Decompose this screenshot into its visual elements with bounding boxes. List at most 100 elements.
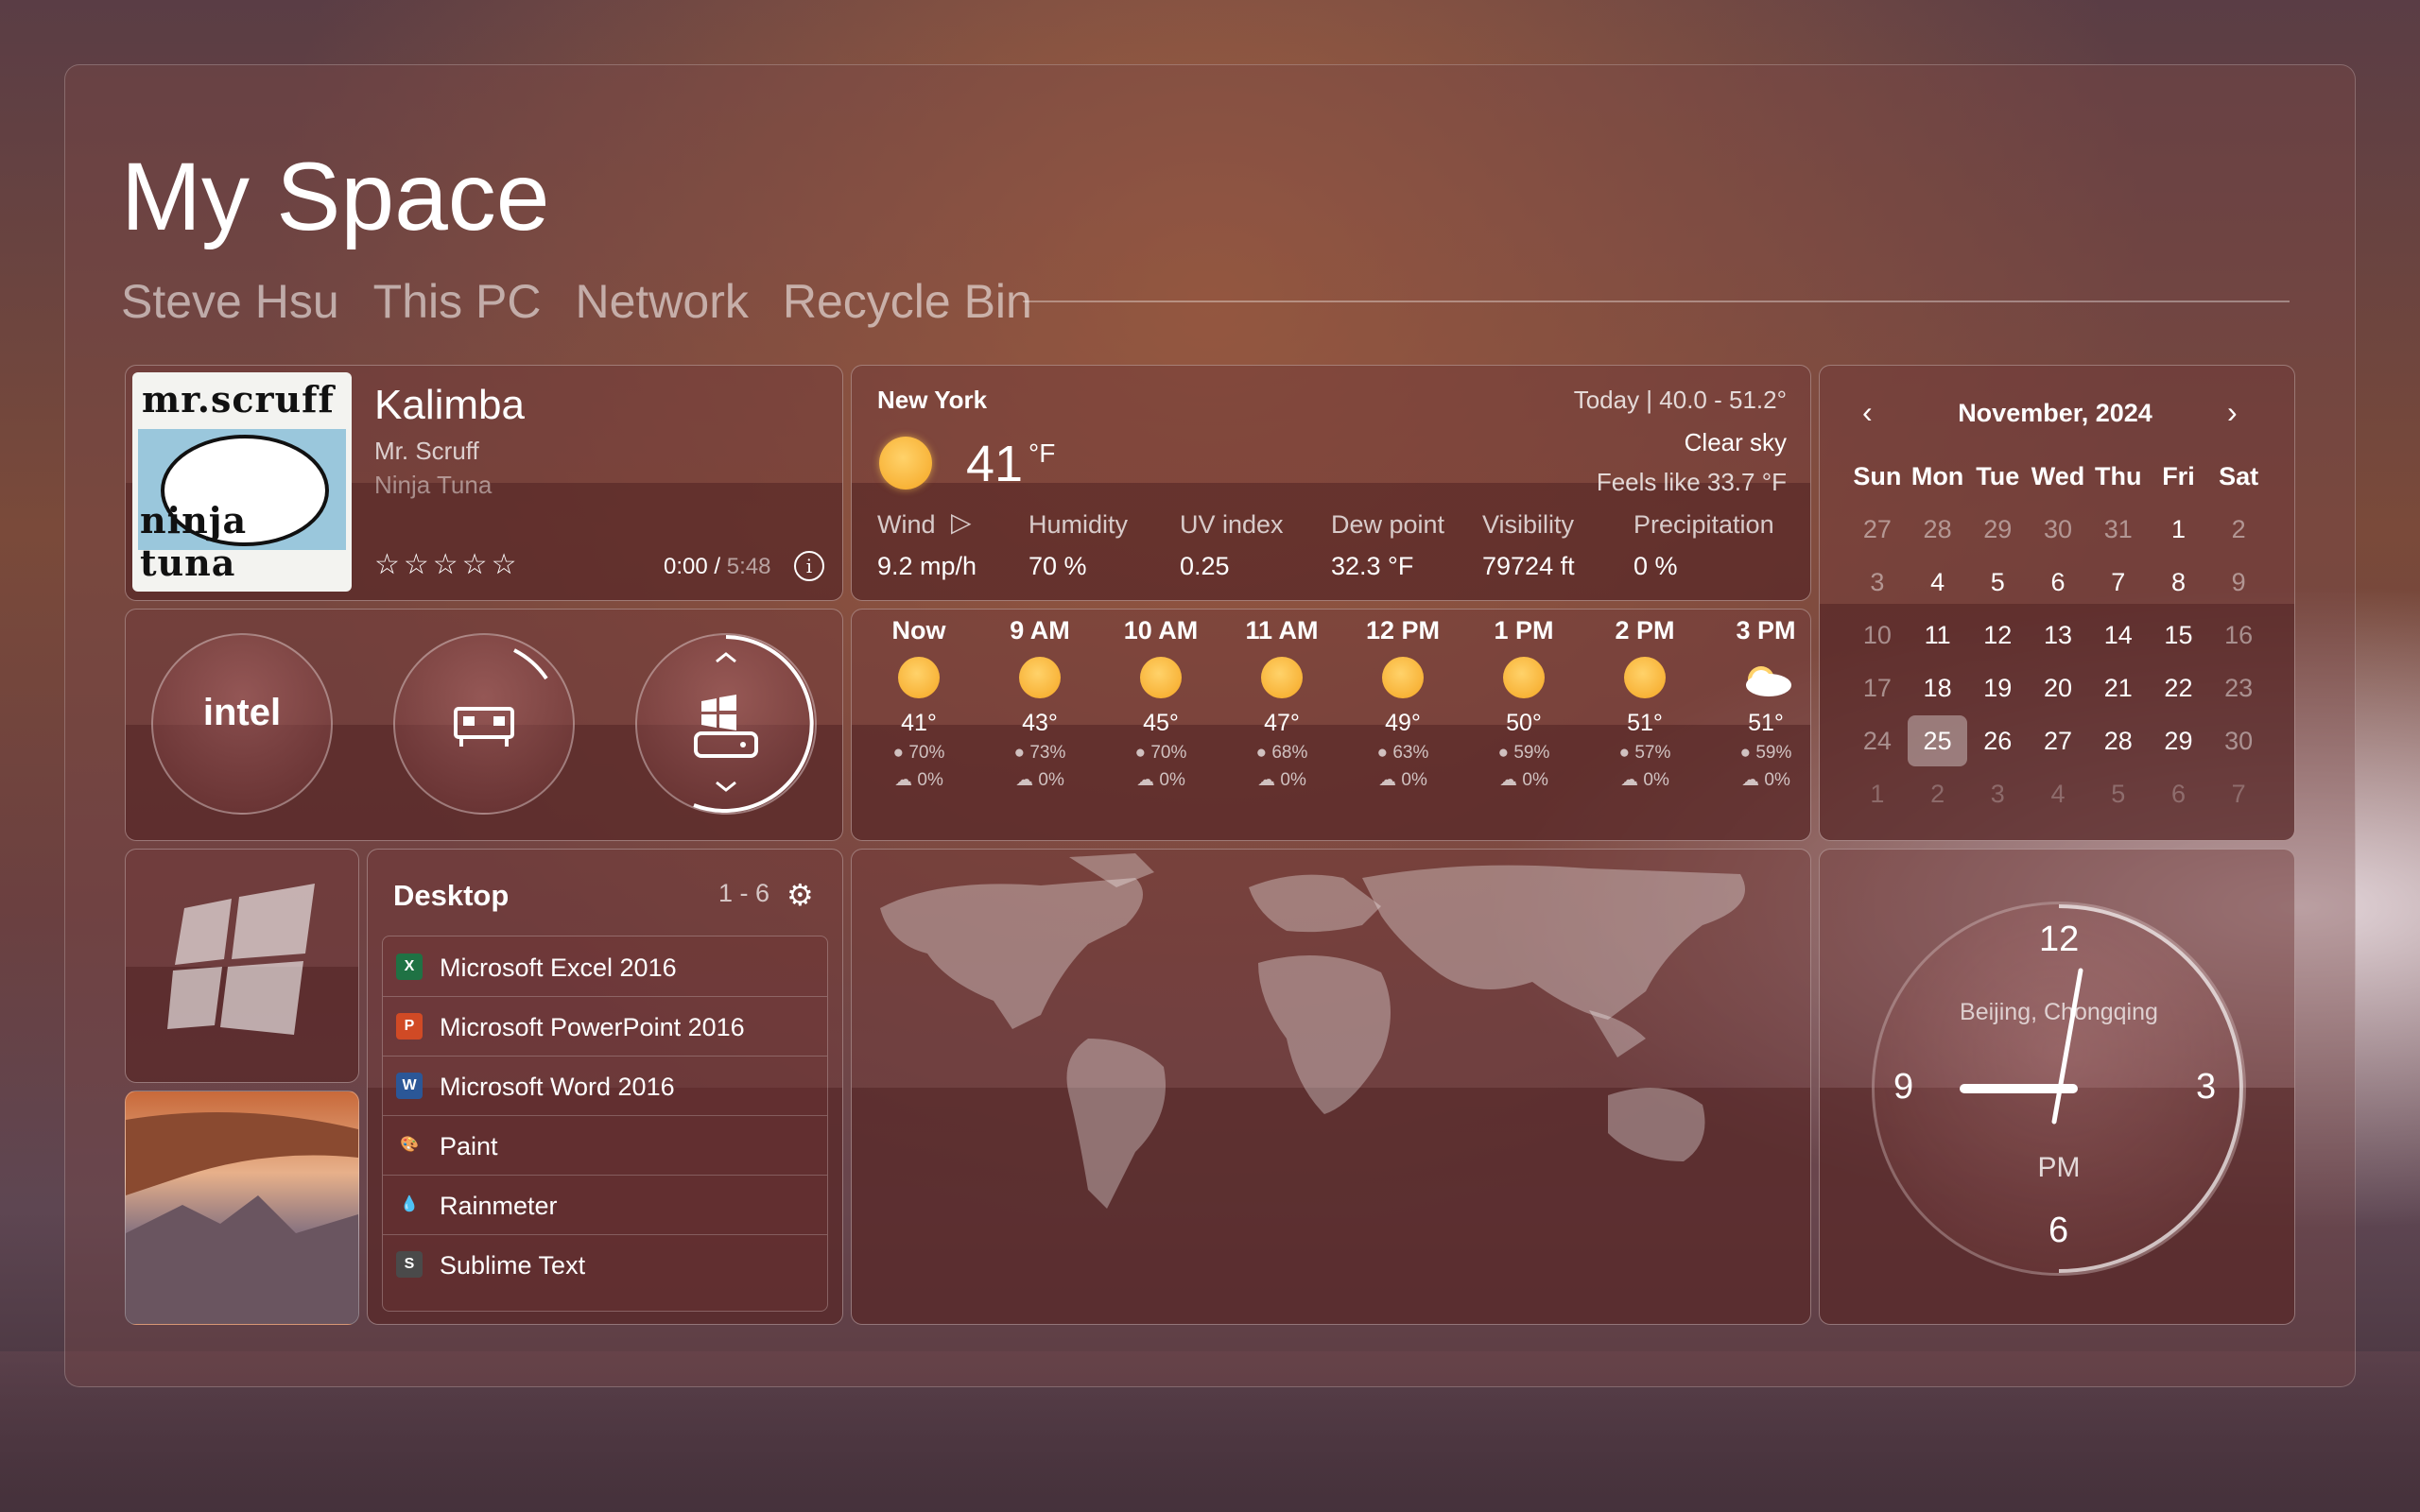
calendar-next-button[interactable]: › (2227, 395, 2238, 430)
nav-network[interactable]: Network (575, 274, 748, 329)
weekday-label: Tue (1976, 461, 2020, 490)
calendar-day[interactable]: 8 (2149, 568, 2209, 597)
calendar-weekday-row: Sun Mon Tue Wed Thu Fri Sat (1847, 450, 2269, 503)
desktop-shortcut[interactable]: 🎨 Paint (383, 1115, 827, 1176)
calendar-day[interactable]: 6 (2149, 780, 2209, 809)
hour-label: 2 PM (1615, 616, 1675, 644)
calendar-day[interactable]: 28 (1908, 515, 1968, 544)
drop-icon: ● (1255, 743, 1272, 763)
calendar-day[interactable]: 7 (2208, 780, 2269, 809)
hour-label: 1 PM (1494, 616, 1554, 644)
desktop-shortcut[interactable]: X Microsoft Excel 2016 (383, 936, 827, 997)
calendar-day[interactable]: 24 (1847, 727, 1908, 756)
desktop-shortcut[interactable]: 💧 Rainmeter (383, 1175, 827, 1235)
landscape-image (126, 1112, 358, 1324)
calendar-day[interactable]: 5 (1967, 568, 2028, 597)
page-title: My Space (121, 143, 550, 250)
hour-temp: 43° (1022, 710, 1058, 736)
calendar-day[interactable]: 7 (2088, 568, 2149, 597)
rain-cloud-icon: ☁ (1257, 770, 1281, 790)
desktop-shortcut[interactable]: P Microsoft PowerPoint 2016 (383, 996, 827, 1057)
info-icon[interactable]: i (794, 551, 824, 581)
hour-label: 11 AM (1245, 616, 1319, 644)
calendar-day[interactable]: 11 (1908, 621, 1968, 650)
calendar-day[interactable]: 27 (1847, 515, 1908, 544)
calendar-day[interactable]: 3 (1967, 780, 2028, 809)
calendar-week-row: 27 28 29 30 31 1 2 (1847, 503, 2269, 556)
rain-cloud-icon: ☁ (1378, 770, 1402, 790)
rain-cloud-icon: ☁ (1015, 770, 1039, 790)
drop-icon: ● (1618, 743, 1635, 763)
weekday-label: Thu (2094, 461, 2142, 490)
calendar-day[interactable]: 17 (1847, 674, 1908, 703)
cpu-gauge[interactable]: intel (151, 633, 333, 815)
weekday-label: Sun (1853, 461, 1902, 490)
drop-icon: ● (1739, 743, 1756, 763)
calendar-day[interactable]: 22 (2149, 674, 2209, 703)
calendar-day[interactable]: 27 (2028, 727, 2088, 756)
album-art[interactable]: mr.scruff ninja tuna (132, 372, 352, 592)
analog-clock: 12 3 6 9 Beijing, Chongqing PM (1872, 902, 2246, 1276)
calendar-day[interactable]: 14 (2088, 621, 2149, 650)
calendar-week-row: 10 11 12 13 14 15 16 (1847, 609, 2269, 662)
calendar-day[interactable]: 15 (2149, 621, 2209, 650)
calendar-day[interactable]: 13 (2028, 621, 2088, 650)
calendar-day[interactable]: 26 (1967, 727, 2028, 756)
gear-icon[interactable]: ⚙ (786, 877, 814, 913)
desktop-count: 1 - 6 (718, 879, 770, 907)
calendar-day[interactable]: 4 (1908, 568, 1968, 597)
nav-recycle-bin[interactable]: Recycle Bin (783, 274, 1032, 329)
calendar-day[interactable]: 6 (2028, 568, 2088, 597)
app-name: Rainmeter (440, 1192, 558, 1220)
calendar-day[interactable]: 2 (2208, 515, 2269, 544)
calendar-day[interactable]: 19 (1967, 674, 2028, 703)
disk-gauge[interactable] (635, 633, 817, 815)
app-icon: X (396, 954, 423, 980)
windows-start-card[interactable] (125, 849, 359, 1083)
calendar-day[interactable]: 29 (1967, 515, 2028, 544)
calendar-day[interactable]: 21 (2088, 674, 2149, 703)
hour-column: 3 PM 51° ● 59% ☁ 0% (1705, 616, 1826, 791)
desktop-shortcut[interactable]: S Sublime Text (383, 1234, 827, 1294)
nav-user[interactable]: Steve Hsu (121, 274, 339, 329)
calendar-day[interactable]: 23 (2208, 674, 2269, 703)
calendar-day[interactable]: 30 (2028, 515, 2088, 544)
ram-gauge[interactable] (393, 633, 575, 815)
calendar-day[interactable]: 12 (1967, 621, 2028, 650)
sun-icon (1624, 657, 1666, 698)
calendar-day[interactable]: 1 (1847, 780, 1908, 809)
memory-chip-icon (454, 648, 548, 747)
calendar-day[interactable]: 9 (2208, 568, 2269, 597)
calendar-day[interactable]: 18 (1908, 674, 1968, 703)
sun-icon (1503, 657, 1545, 698)
hour-label: 9 AM (1010, 616, 1070, 644)
wallpaper-thumbnail[interactable] (125, 1091, 359, 1325)
calendar-day[interactable]: 20 (2028, 674, 2088, 703)
calendar-day[interactable]: 31 (2088, 515, 2149, 544)
calendar-day[interactable]: 4 (2028, 780, 2088, 809)
hour-column: 12 PM 49° ● 63% ☁ 0% (1342, 616, 1463, 791)
sun-icon (879, 437, 932, 490)
hour-temp: 51° (1748, 710, 1784, 736)
rating-stars[interactable]: ☆☆☆☆☆ (374, 548, 520, 581)
hour-humidity: ● 63% (1376, 743, 1429, 763)
calendar-day[interactable]: 3 (1847, 568, 1908, 597)
hourly-forecast: Now 41° ● 70% ☁ 0% 9 AM 43° ● 73% ☁ 0% 10 AM 45° ●… (858, 616, 1796, 830)
desktop-shortcut[interactable]: W Microsoft Word 2016 (383, 1056, 827, 1116)
calendar-day[interactable]: 28 (2088, 727, 2149, 756)
weekday-label: Sat (2219, 461, 2259, 490)
calendar-day[interactable]: 5 (2088, 780, 2149, 809)
calendar-day[interactable]: 1 (2149, 515, 2209, 544)
calendar-day[interactable]: 29 (2149, 727, 2209, 756)
calendar-day[interactable]: 16 (2208, 621, 2269, 650)
calendar-day[interactable]: 30 (2208, 727, 2269, 756)
app-name: Microsoft Excel 2016 (440, 954, 677, 982)
wind-direction-icon: ▷ (951, 507, 972, 537)
calendar-day[interactable]: 10 (1847, 621, 1908, 650)
nav-this-pc[interactable]: This PC (373, 274, 542, 329)
calendar-prev-button[interactable]: ‹ (1862, 395, 1873, 430)
hour-humidity: ● 59% (1497, 743, 1550, 763)
calendar-week-row: 24 25 26 27 28 29 30 (1847, 714, 2269, 767)
calendar-day[interactable]: 25 (1907, 715, 1968, 766)
calendar-day[interactable]: 2 (1908, 780, 1968, 809)
